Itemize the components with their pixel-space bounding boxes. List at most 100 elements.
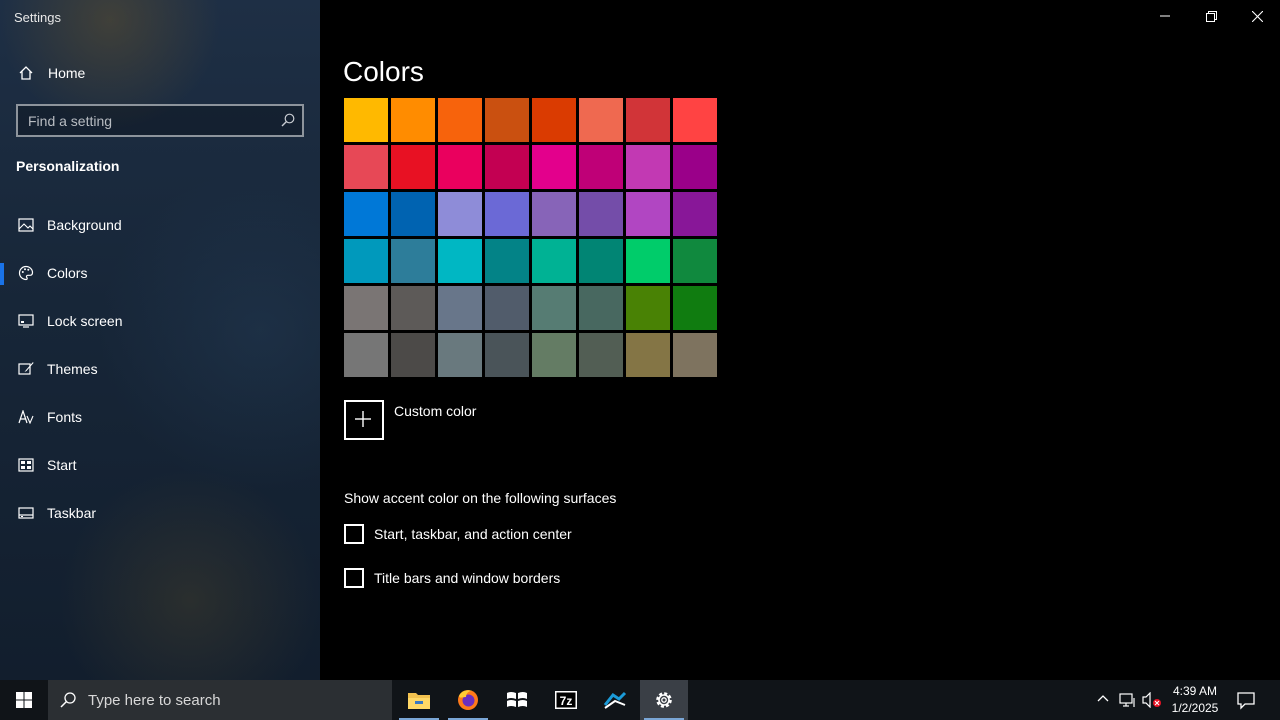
color-swatch[interactable] [673,98,717,142]
taskbar-steam[interactable] [591,680,639,720]
color-swatch[interactable] [532,145,576,189]
color-swatch[interactable] [673,286,717,330]
color-swatch[interactable] [673,333,717,377]
color-swatch[interactable] [438,333,482,377]
sidebar-item-background[interactable]: Background [0,205,320,245]
color-swatch[interactable] [344,333,388,377]
taskbar-clock[interactable]: 4:39 AM 1/2/2025 [1166,683,1224,717]
checkbox-box[interactable] [344,524,364,544]
color-swatch[interactable] [438,286,482,330]
color-swatch[interactable] [626,286,670,330]
sidebar-item-start[interactable]: Start [0,445,320,485]
color-swatch[interactable] [391,145,435,189]
minimize-button[interactable] [1142,0,1188,32]
color-swatch[interactable] [532,286,576,330]
home-link[interactable]: Home [0,53,320,93]
taskbar-firefox[interactable] [444,680,492,720]
color-swatch[interactable] [532,98,576,142]
page-title: Colors [343,56,424,87]
restore-icon [1205,10,1217,22]
sidebar-item-themes[interactable]: Themes [0,349,320,389]
sidebar-item-label: Background [47,217,122,233]
close-button[interactable] [1234,0,1280,32]
color-swatch[interactable] [438,98,482,142]
color-swatch[interactable] [391,98,435,142]
color-swatch[interactable] [579,192,623,236]
color-swatch[interactable] [673,192,717,236]
taskbar-file-explorer[interactable] [395,680,443,720]
taskbar-search[interactable]: Type here to search [48,680,392,720]
color-swatch[interactable] [626,98,670,142]
firefox-icon [458,690,478,710]
color-swatch[interactable] [391,239,435,283]
start-taskbar-checkbox[interactable]: Start, taskbar, and action center [344,523,572,545]
color-swatch[interactable] [579,145,623,189]
minimize-icon [1160,15,1170,17]
checkbox-box[interactable] [344,568,364,588]
color-swatch[interactable] [532,333,576,377]
color-swatch[interactable] [673,239,717,283]
plus-icon [355,411,371,427]
start-grid-icon [17,456,35,474]
custom-color-label[interactable]: Custom color [394,403,476,419]
color-swatch[interactable] [485,192,529,236]
color-swatch[interactable] [344,98,388,142]
restore-button[interactable] [1188,0,1234,32]
font-icon [17,408,35,426]
color-swatch[interactable] [579,286,623,330]
color-swatch[interactable] [485,145,529,189]
color-swatch[interactable] [391,333,435,377]
sidebar-item-fonts[interactable]: Fonts [0,397,320,437]
color-swatch[interactable] [344,286,388,330]
taskbar-icon [17,504,35,522]
color-swatch[interactable] [673,145,717,189]
settings-search-input[interactable] [18,106,288,135]
taskbar-windows7-app[interactable] [493,680,541,720]
color-swatch[interactable] [532,239,576,283]
palette-icon [17,264,35,282]
color-swatch[interactable] [438,145,482,189]
volume-status[interactable] [1142,691,1161,709]
color-swatch[interactable] [579,333,623,377]
clock-date: 1/2/2025 [1171,701,1219,715]
network-status[interactable] [1119,692,1135,708]
color-swatch[interactable] [485,98,529,142]
color-swatch[interactable] [626,192,670,236]
7zip-icon: 7z [555,691,577,709]
brush-icon [17,360,35,378]
sidebar-item-lock-screen[interactable]: Lock screen [0,301,320,341]
taskbar-7zip[interactable]: 7z [542,680,590,720]
color-swatch[interactable] [579,239,623,283]
color-swatch[interactable] [391,286,435,330]
color-swatch[interactable] [532,192,576,236]
sidebar-item-taskbar[interactable]: Taskbar [0,493,320,533]
color-swatch[interactable] [344,239,388,283]
action-center-button[interactable] [1236,690,1256,710]
start-button[interactable] [0,680,48,720]
color-swatch[interactable] [626,145,670,189]
color-swatch[interactable] [438,239,482,283]
color-swatch[interactable] [485,286,529,330]
settings-search[interactable] [16,104,304,137]
color-swatch[interactable] [485,239,529,283]
search-icon[interactable] [281,113,295,127]
color-swatch[interactable] [344,192,388,236]
search-icon [60,692,76,713]
color-swatch[interactable] [438,192,482,236]
custom-color-button[interactable] [344,400,384,440]
show-hidden-icons-button[interactable] [1096,692,1112,708]
volume-muted-icon [1142,691,1161,709]
color-swatch[interactable] [579,98,623,142]
settings-window: Settings Home Personalization Background [0,0,1280,680]
color-swatch[interactable] [344,145,388,189]
sidebar-item-label: Themes [47,361,98,377]
color-swatch[interactable] [485,333,529,377]
sidebar-item-label: Lock screen [47,313,123,329]
color-swatch[interactable] [391,192,435,236]
color-swatch[interactable] [626,239,670,283]
color-swatch[interactable] [626,333,670,377]
title-bars-checkbox[interactable]: Title bars and window borders [344,567,560,589]
taskbar-settings[interactable] [640,680,688,720]
sidebar-item-colors[interactable]: Colors [0,253,320,293]
section-title: Personalization [16,158,120,174]
